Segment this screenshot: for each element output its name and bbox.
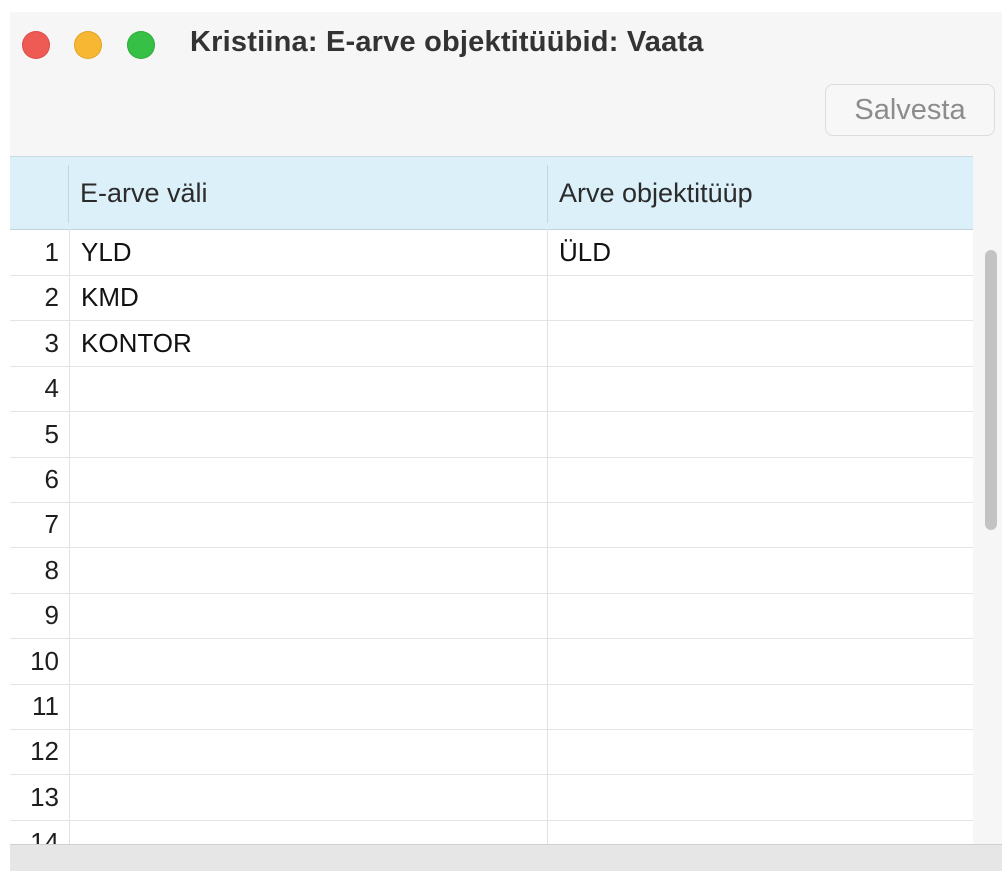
- table-row[interactable]: 5: [10, 412, 973, 458]
- table-header: E-arve väli Arve objektitüüp: [10, 157, 973, 230]
- window-title: Kristiina: E-arve objektitüübid: Vaata: [190, 26, 704, 58]
- cell-invoice-object-type[interactable]: [547, 502, 973, 547]
- save-button[interactable]: Salvesta: [825, 84, 995, 136]
- cell-invoice-object-type[interactable]: [547, 820, 973, 846]
- column-header-e-invoice-field[interactable]: E-arve väli: [68, 157, 546, 229]
- zoom-window-button[interactable]: [127, 31, 155, 59]
- table-row[interactable]: 10: [10, 639, 973, 685]
- table-row[interactable]: 4: [10, 366, 973, 413]
- table-row[interactable]: 1 YLD ÜLD: [10, 230, 973, 276]
- table-row[interactable]: 3 KONTOR: [10, 321, 973, 367]
- cell-e-invoice-field[interactable]: KONTOR: [69, 321, 547, 366]
- cell-e-invoice-field[interactable]: [69, 820, 547, 846]
- row-number: 1: [44, 237, 59, 267]
- row-number: 5: [44, 418, 59, 449]
- column-header-invoice-object-type[interactable]: Arve objektitüüp: [547, 157, 973, 229]
- cell-invoice-object-type[interactable]: [547, 593, 973, 638]
- column-divider: [547, 229, 548, 846]
- table-row[interactable]: 11: [10, 684, 973, 730]
- row-number: 13: [30, 781, 59, 812]
- cell-e-invoice-field[interactable]: [69, 366, 547, 411]
- close-window-button[interactable]: [22, 31, 50, 59]
- cell-e-invoice-field[interactable]: [69, 502, 547, 547]
- row-number: 12: [30, 736, 59, 767]
- cell-e-invoice-field[interactable]: [69, 412, 547, 457]
- cell-invoice-object-type[interactable]: [547, 684, 973, 729]
- row-number: 14: [30, 827, 59, 846]
- row-number: 10: [30, 645, 59, 676]
- cell-invoice-object-type[interactable]: [547, 548, 973, 593]
- cell-e-invoice-field[interactable]: [69, 775, 547, 820]
- cell-e-invoice-field[interactable]: KMD: [69, 275, 547, 320]
- table-row[interactable]: 7: [10, 502, 973, 549]
- cell-invoice-object-type[interactable]: [547, 457, 973, 502]
- status-bar: [10, 844, 1002, 871]
- cell-e-invoice-field[interactable]: [69, 639, 547, 684]
- table-row[interactable]: 14: [10, 820, 973, 846]
- table-row[interactable]: 9: [10, 593, 973, 640]
- cell-e-invoice-field[interactable]: [69, 593, 547, 638]
- cell-e-invoice-field[interactable]: YLD: [69, 230, 547, 275]
- table-row[interactable]: 12: [10, 729, 973, 776]
- row-number: 3: [44, 327, 59, 358]
- row-number: 4: [44, 373, 59, 404]
- cell-invoice-object-type[interactable]: [547, 639, 973, 684]
- cell-e-invoice-field[interactable]: [69, 684, 547, 729]
- row-number: 7: [44, 509, 59, 540]
- row-number: 2: [44, 282, 59, 313]
- row-number: 11: [32, 691, 59, 721]
- table-row[interactable]: 8: [10, 548, 973, 594]
- cell-invoice-object-type[interactable]: ÜLD: [547, 230, 973, 275]
- cell-invoice-object-type[interactable]: [547, 729, 973, 774]
- cell-e-invoice-field[interactable]: [69, 548, 547, 593]
- column-divider: [69, 229, 70, 846]
- table-row[interactable]: 6: [10, 457, 973, 503]
- data-table: E-arve väli Arve objektitüüp 1 YLD ÜLD 2 KMD…: [10, 156, 973, 846]
- cell-invoice-object-type[interactable]: [547, 321, 973, 366]
- header-separator: [547, 165, 548, 223]
- minimize-window-button[interactable]: [74, 31, 102, 59]
- app-window: Kristiina: E-arve objektitüübid: Vaata S…: [10, 12, 1002, 871]
- cell-invoice-object-type[interactable]: [547, 412, 973, 457]
- row-number: 9: [44, 600, 59, 631]
- cell-e-invoice-field[interactable]: [69, 729, 547, 774]
- row-number: 6: [44, 464, 59, 494]
- cell-e-invoice-field[interactable]: [69, 457, 547, 502]
- row-number: 8: [44, 554, 59, 585]
- table-row[interactable]: 13: [10, 775, 973, 821]
- cell-invoice-object-type[interactable]: [547, 275, 973, 320]
- cell-invoice-object-type[interactable]: [547, 775, 973, 820]
- title-bar: Kristiina: E-arve objektitüübid: Vaata S…: [10, 12, 1002, 160]
- header-separator: [68, 165, 69, 223]
- vertical-scrollbar-thumb[interactable]: [985, 250, 997, 530]
- cell-invoice-object-type[interactable]: [547, 366, 973, 411]
- table-row[interactable]: 2 KMD: [10, 275, 973, 322]
